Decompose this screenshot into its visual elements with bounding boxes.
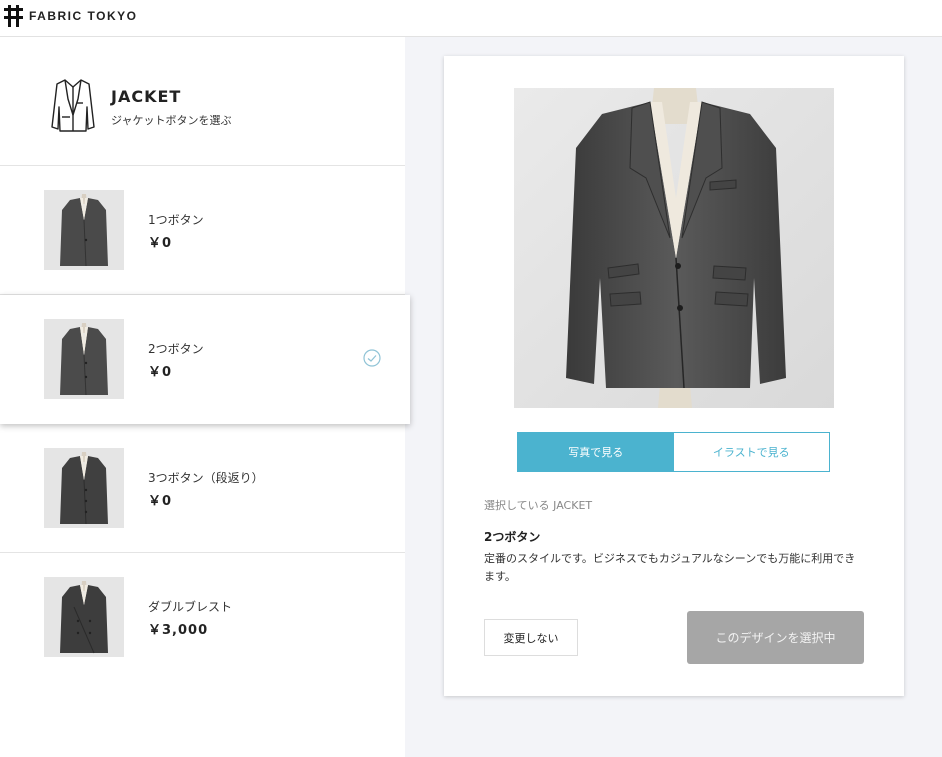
option-price: ￥0 <box>148 494 173 509</box>
category-title: JACKET <box>111 87 182 106</box>
option-item-1-button[interactable]: 1つボタン ￥0 <box>0 166 405 295</box>
option-name: 1つボタン <box>148 213 204 227</box>
jacket-outline-icon <box>51 79 95 132</box>
options-panel: JACKET ジャケットボタンを選ぶ 1つボタン ￥0 2つボタン ￥0 3つボ… <box>0 37 410 757</box>
top-bar: FABRIC TOKYO <box>0 0 942 37</box>
category-header: JACKET ジャケットボタンを選ぶ <box>0 37 405 166</box>
option-thumbnail <box>44 577 124 657</box>
brand[interactable]: FABRIC TOKYO <box>4 5 137 27</box>
option-name: ダブルブレスト <box>148 600 233 614</box>
option-item-3-button[interactable]: 3つボタン（段返り） ￥0 <box>0 424 405 553</box>
selected-option-description: 定番のスタイルです。ビジネスでもカジュアルなシーンでも万能に利用できます。 <box>484 552 856 583</box>
jacket-photo <box>514 88 834 408</box>
option-thumbnail <box>44 448 124 528</box>
illustration-view-tab[interactable]: イラストで見る <box>673 433 829 471</box>
selected-option-name: 2つボタン <box>484 530 541 544</box>
category-subtitle: ジャケットボタンを選ぶ <box>111 114 232 127</box>
option-price: ￥0 <box>148 365 173 380</box>
check-circle-icon <box>363 349 381 367</box>
option-name: 2つボタン <box>148 342 204 356</box>
keep-unchanged-button[interactable]: 変更しない <box>484 619 578 656</box>
option-name: 3つボタン（段返り） <box>148 471 264 485</box>
brand-name: FABRIC TOKYO <box>29 9 138 23</box>
option-item-4-button[interactable]: ダブルブレスト ￥3,000 <box>0 553 405 682</box>
select-design-button[interactable]: このデザインを選択中 <box>687 611 864 664</box>
option-price: ￥3,000 <box>148 623 209 638</box>
option-thumbnail <box>44 319 124 399</box>
selected-category-label: 選択している JACKET <box>484 499 593 512</box>
photo-view-tab[interactable]: 写真で見る <box>518 433 674 471</box>
option-price: ￥0 <box>148 236 173 251</box>
detail-card: 写真で見る イラストで見る 選択している JACKET 2つボタン 定番のスタイ… <box>444 56 904 696</box>
option-thumbnail <box>44 190 124 270</box>
fabric-tokyo-logo-icon <box>4 5 23 27</box>
option-item-2-button[interactable]: 2つボタン ￥0 <box>0 295 410 424</box>
view-toggle: 写真で見る イラストで見る <box>517 432 830 472</box>
